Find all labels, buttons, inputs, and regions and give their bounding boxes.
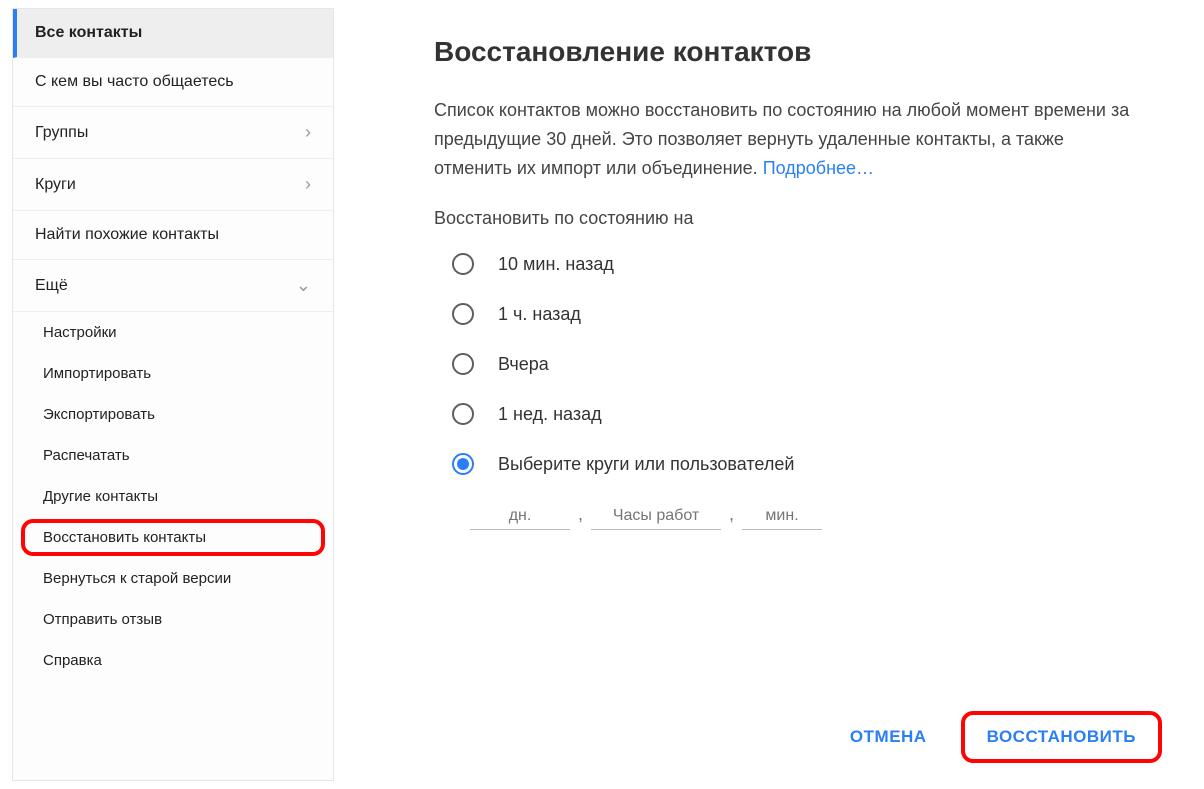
radio-icon (452, 303, 474, 325)
sidebar-item-groups[interactable]: Группы › (13, 107, 333, 159)
radio-icon (452, 453, 474, 475)
radio-label: Вчера (498, 354, 549, 375)
sidebar-item-old-version[interactable]: Вернуться к старой версии (13, 558, 333, 599)
separator: , (729, 504, 734, 525)
sidebar-item-label: Восстановить контакты (43, 529, 206, 546)
sidebar-item-import[interactable]: Импортировать (13, 353, 333, 394)
chevron-right-icon: › (305, 174, 311, 195)
radio-label: Выберите круги или пользователей (498, 454, 794, 475)
dialog-actions: ОТМЕНА ВОССТАНОВИТЬ (434, 679, 1156, 759)
restore-to-label: Восстановить по состоянию на (434, 208, 1156, 229)
chevron-right-icon: › (305, 122, 311, 143)
sidebar-item-more[interactable]: Ещё ⌄ (13, 260, 333, 312)
sidebar-item-circles[interactable]: Круги › (13, 159, 333, 211)
sidebar-item-label: Группы (35, 124, 88, 142)
dialog-panel: Восстановление контактов Список контакто… (334, 0, 1204, 789)
sidebar-item-restore-contacts[interactable]: Восстановить контакты (13, 517, 333, 558)
sidebar-item-label: Настройки (43, 324, 117, 341)
restore-button[interactable]: ВОССТАНОВИТЬ (967, 715, 1156, 759)
mins-input[interactable] (742, 503, 822, 530)
cancel-button[interactable]: ОТМЕНА (830, 715, 947, 759)
learn-more-link[interactable]: Подробнее… (763, 158, 874, 178)
radio-icon (452, 253, 474, 275)
radio-label: 1 ч. назад (498, 304, 581, 325)
radio-option-1h[interactable]: 1 ч. назад (452, 303, 1156, 325)
radio-option-yesterday[interactable]: Вчера (452, 353, 1156, 375)
radio-icon (452, 353, 474, 375)
custom-time-inputs: , , (470, 503, 1156, 530)
sidebar-item-all-contacts[interactable]: Все контакты (13, 9, 333, 58)
sidebar-item-label: Справка (43, 652, 102, 669)
radio-label: 1 нед. назад (498, 404, 602, 425)
sidebar-item-print[interactable]: Распечатать (13, 435, 333, 476)
radio-icon (452, 403, 474, 425)
sidebar: Все контакты С кем вы часто общаетесь Гр… (12, 8, 334, 781)
sidebar-item-label: Вернуться к старой версии (43, 570, 231, 587)
restore-options: 10 мин. назад 1 ч. назад Вчера 1 нед. на… (452, 253, 1156, 530)
radio-option-custom[interactable]: Выберите круги или пользователей (452, 453, 1156, 475)
sidebar-item-label: Распечатать (43, 447, 130, 464)
radio-option-1week[interactable]: 1 нед. назад (452, 403, 1156, 425)
separator: , (578, 504, 583, 525)
dialog-title: Восстановление контактов (434, 36, 1156, 68)
sidebar-item-label: Импортировать (43, 365, 151, 382)
sidebar-item-feedback[interactable]: Отправить отзыв (13, 599, 333, 640)
sidebar-item-label: Экспортировать (43, 406, 155, 423)
radio-option-10min[interactable]: 10 мин. назад (452, 253, 1156, 275)
sidebar-item-label: Ещё (35, 277, 68, 295)
dialog-description: Список контактов можно восстановить по с… (434, 96, 1134, 182)
radio-label: 10 мин. назад (498, 254, 614, 275)
sidebar-item-settings[interactable]: Настройки (13, 312, 333, 353)
hours-input[interactable] (591, 503, 721, 530)
sidebar-item-help[interactable]: Справка (13, 640, 333, 681)
days-input[interactable] (470, 503, 570, 530)
sidebar-item-find-similar[interactable]: Найти похожие контакты (13, 211, 333, 260)
sidebar-item-other-contacts[interactable]: Другие контакты (13, 476, 333, 517)
sidebar-item-label: Другие контакты (43, 488, 158, 505)
sidebar-item-label: Круги (35, 176, 76, 194)
sidebar-item-label: Все контакты (35, 24, 142, 42)
sidebar-item-frequent[interactable]: С кем вы часто общаетесь (13, 58, 333, 107)
sidebar-item-export[interactable]: Экспортировать (13, 394, 333, 435)
sidebar-item-label: Найти похожие контакты (35, 226, 219, 244)
sidebar-item-label: Отправить отзыв (43, 611, 162, 628)
sidebar-item-label: С кем вы часто общаетесь (35, 73, 234, 91)
chevron-down-icon: ⌄ (296, 275, 311, 296)
